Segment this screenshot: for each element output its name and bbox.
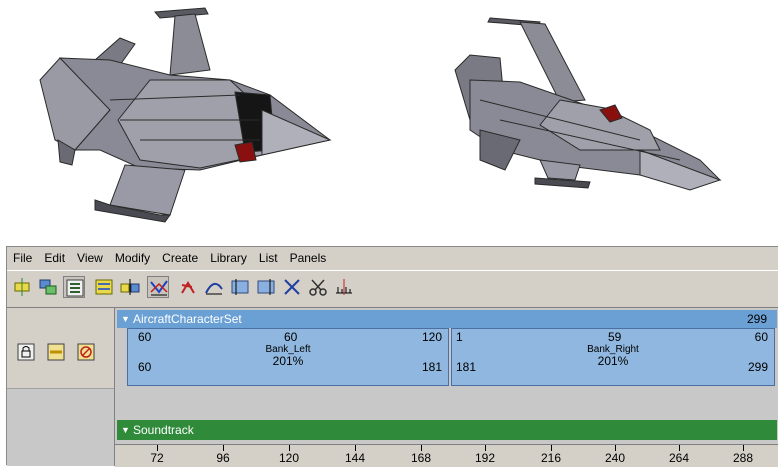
clip-end: 120 xyxy=(421,330,442,344)
track-controls-panel xyxy=(7,308,115,466)
curve-icon[interactable] xyxy=(203,276,225,298)
new-subcharacter-icon[interactable] xyxy=(37,276,59,298)
character-set-name: AircraftCharacterSet xyxy=(133,312,242,326)
ruler-label: 168 xyxy=(410,451,432,465)
menu-bar: File Edit View Modify Create Library Lis… xyxy=(7,247,778,269)
trax-editor-panel: File Edit View Modify Create Library Lis… xyxy=(6,246,778,467)
clip-bank-left[interactable]: 60 60 120 Bank_Left 60 201% 181 xyxy=(127,328,449,386)
clip-end: 60 xyxy=(754,330,768,344)
ruler-label: 96 xyxy=(216,451,230,465)
ruler-label: 144 xyxy=(344,451,366,465)
trax-tracks-area[interactable]: ▼ AircraftCharacterSet 299 60 60 120 Ban… xyxy=(115,308,778,467)
outliner-icon[interactable] xyxy=(63,276,85,298)
new-character-set-icon[interactable] xyxy=(11,276,33,298)
ruler-label: 216 xyxy=(540,451,562,465)
menu-list[interactable]: List xyxy=(253,251,284,265)
pose-icon[interactable] xyxy=(229,276,251,298)
clip-scale: 201% xyxy=(597,354,629,368)
collapse-triangle-icon[interactable]: ▼ xyxy=(121,310,130,328)
aircraft-models xyxy=(39,7,722,223)
toolbar xyxy=(7,270,778,308)
character-set-header[interactable]: ▼ AircraftCharacterSet 299 xyxy=(117,310,777,328)
menu-edit[interactable]: Edit xyxy=(38,251,71,265)
menu-modify[interactable]: Modify xyxy=(109,251,156,265)
ruler-label: 264 xyxy=(668,451,690,465)
ruler-label: 192 xyxy=(474,451,496,465)
trim-icon[interactable] xyxy=(281,276,303,298)
soundtrack-header[interactable]: ▼ Soundtrack xyxy=(117,420,777,440)
disable-icon[interactable] xyxy=(77,343,95,361)
ruler-icon[interactable] xyxy=(333,276,355,298)
character-set-frame-count: 299 xyxy=(746,312,767,326)
clip-start: 60 xyxy=(138,330,152,344)
collapse-triangle-icon[interactable]: ▼ xyxy=(121,420,130,440)
insert-icon[interactable] xyxy=(255,276,277,298)
menu-view[interactable]: View xyxy=(71,251,109,265)
cut-icon[interactable] xyxy=(307,276,329,298)
menu-file[interactable]: File xyxy=(7,251,38,265)
clip-mid: 60 xyxy=(284,330,298,344)
menu-create[interactable]: Create xyxy=(156,251,204,265)
ruler-label: 72 xyxy=(150,451,164,465)
clip-source-end: 181 xyxy=(421,360,442,374)
split-clip-icon[interactable] xyxy=(119,276,141,298)
aircraft-model-left xyxy=(39,7,332,223)
time-ruler[interactable]: 72 96 120 144 168 192 216 240 264 288 xyxy=(115,444,778,467)
ruler-label: 120 xyxy=(278,451,300,465)
clip-start: 1 xyxy=(456,330,463,344)
mute-icon[interactable] xyxy=(47,343,65,361)
menu-library[interactable]: Library xyxy=(204,251,253,265)
menu-panels[interactable]: Panels xyxy=(284,251,333,265)
create-clip-icon[interactable] xyxy=(93,276,115,298)
ruler-label: 288 xyxy=(732,451,754,465)
soundtrack-name: Soundtrack xyxy=(133,423,194,437)
3d-viewport[interactable] xyxy=(0,0,778,245)
aircraft-model-right xyxy=(454,17,722,191)
lock-icon[interactable] xyxy=(17,343,35,361)
clip-scale: 201% xyxy=(272,354,304,368)
motion-trail-icon[interactable] xyxy=(177,276,199,298)
character-set-track-controls xyxy=(7,308,114,389)
ruler-label: 240 xyxy=(604,451,626,465)
clip-mid: 59 xyxy=(608,330,622,344)
graph-editor-icon[interactable] xyxy=(147,276,169,298)
clip-source-end: 299 xyxy=(747,360,768,374)
clip-bank-right[interactable]: 1 59 60 Bank_Right 181 201% 299 xyxy=(451,328,775,386)
